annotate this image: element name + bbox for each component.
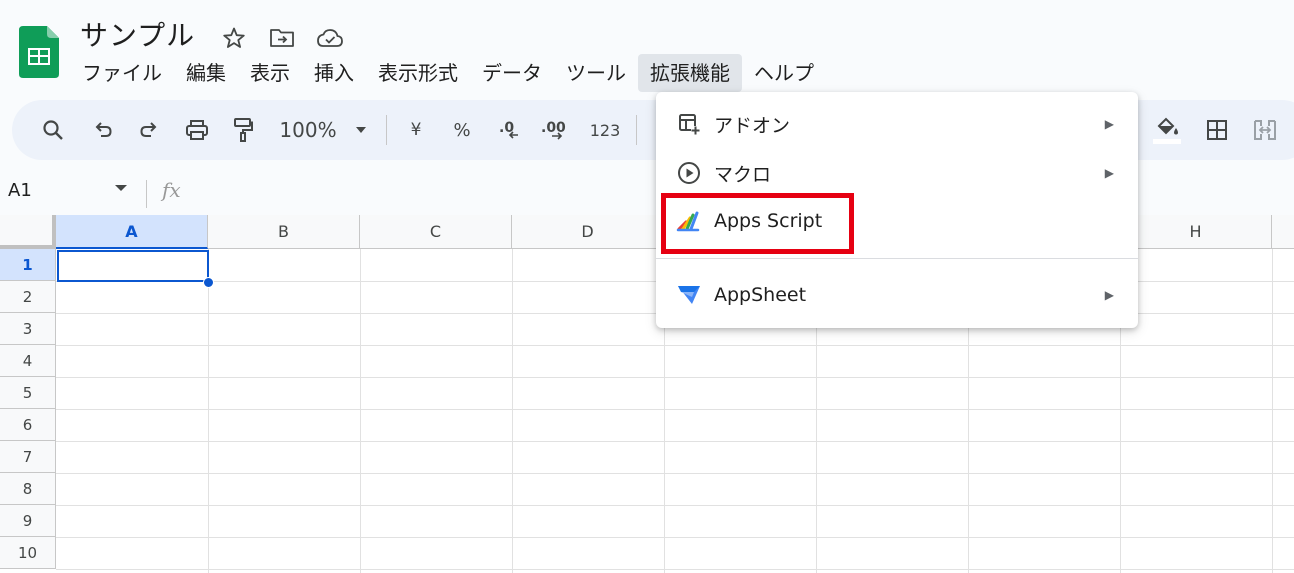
- grid-line: [56, 409, 1294, 410]
- grid-line: [56, 441, 1294, 442]
- toolbar-divider: [636, 115, 637, 145]
- row-header-9[interactable]: 9: [0, 505, 56, 537]
- decrease-decimal-icon[interactable]: .0: [496, 100, 526, 160]
- menu-bar: ファイル 編集 表示 挿入 表示形式 データ ツール 拡張機能 ヘルプ: [70, 54, 826, 92]
- submenu-arrow-icon: ▶: [1104, 117, 1114, 131]
- column-header-h[interactable]: H: [1120, 215, 1272, 249]
- column-header-partial[interactable]: [1272, 215, 1294, 249]
- row-header-8[interactable]: 8: [0, 473, 56, 505]
- row-header-10[interactable]: 10: [0, 537, 56, 569]
- grid-line: [208, 249, 209, 573]
- row-header-2[interactable]: 2: [0, 281, 56, 313]
- grid-line: [56, 345, 1294, 346]
- grid-line: [56, 505, 1294, 506]
- grid-line: [56, 537, 1294, 538]
- menu-help[interactable]: ヘルプ: [742, 54, 826, 92]
- menu-tools[interactable]: ツール: [554, 54, 638, 92]
- increase-decimal-icon[interactable]: .00: [538, 100, 572, 160]
- select-all-corner[interactable]: [0, 215, 56, 249]
- menu-item-label: マクロ: [714, 163, 772, 186]
- row-header-3[interactable]: 3: [0, 313, 56, 345]
- cloud-saved-icon[interactable]: [316, 24, 344, 52]
- column-header-c[interactable]: C: [360, 215, 512, 249]
- fill-color-icon[interactable]: [1150, 100, 1184, 160]
- column-header-d[interactable]: D: [512, 215, 664, 249]
- redo-icon[interactable]: [134, 100, 164, 160]
- star-icon[interactable]: [220, 24, 248, 52]
- menu-item-appsheet[interactable]: AppSheet ▶: [656, 273, 1138, 317]
- toolbar-divider: [386, 115, 387, 145]
- more-formats-button[interactable]: 123: [588, 100, 622, 160]
- name-box[interactable]: A1: [8, 180, 32, 201]
- formula-bar-divider: [146, 180, 147, 208]
- menu-data[interactable]: データ: [470, 54, 554, 92]
- google-sheets-logo-icon[interactable]: [19, 26, 59, 78]
- grid-line: [56, 377, 1294, 378]
- document-title[interactable]: サンプル: [80, 14, 195, 54]
- search-menus-icon[interactable]: [38, 100, 68, 160]
- menu-view[interactable]: 表示: [238, 54, 302, 92]
- row-header-5[interactable]: 5: [0, 377, 56, 409]
- move-folder-icon[interactable]: [268, 24, 296, 52]
- grid-line: [360, 249, 361, 573]
- menu-item-label: AppSheet: [714, 284, 807, 306]
- paint-format-icon[interactable]: [228, 100, 258, 160]
- apps-script-highlight-box: [661, 193, 854, 254]
- menu-insert[interactable]: 挿入: [302, 54, 366, 92]
- grid-line: [56, 569, 1294, 570]
- addon-icon: [676, 111, 702, 137]
- menu-divider: [656, 258, 1138, 259]
- row-header-6[interactable]: 6: [0, 409, 56, 441]
- menu-item-label: アドオン: [714, 114, 791, 137]
- macro-play-icon: [676, 160, 702, 186]
- google-sheets-window: サンプル ファイル 編集 表示 挿入 表示形式 データ ツール 拡張機能 ヘルプ: [0, 0, 1294, 573]
- fill-handle[interactable]: [203, 277, 214, 288]
- print-icon[interactable]: [182, 100, 212, 160]
- row-header-1[interactable]: 1: [0, 249, 56, 281]
- menu-item-addons[interactable]: アドオン ▶: [656, 102, 1138, 146]
- menu-format[interactable]: 表示形式: [366, 54, 470, 92]
- appsheet-icon: [676, 282, 702, 308]
- undo-icon[interactable]: [88, 100, 118, 160]
- fx-icon: fx: [162, 178, 181, 202]
- currency-format-button[interactable]: ¥: [404, 100, 428, 160]
- submenu-arrow-icon: ▶: [1104, 166, 1114, 180]
- column-header-a[interactable]: A: [56, 215, 208, 249]
- menu-file[interactable]: ファイル: [70, 54, 174, 92]
- zoom-dropdown-arrow-icon[interactable]: [350, 100, 372, 160]
- grid-line: [56, 473, 1294, 474]
- menu-extensions[interactable]: 拡張機能: [638, 54, 742, 92]
- menu-edit[interactable]: 編集: [174, 54, 238, 92]
- submenu-arrow-icon: ▶: [1104, 288, 1114, 302]
- grid-line: [512, 249, 513, 573]
- zoom-select[interactable]: 100%: [274, 100, 342, 160]
- svg-text:.00: .00: [541, 120, 566, 136]
- row-header-4[interactable]: 4: [0, 345, 56, 377]
- menu-item-macros[interactable]: マクロ ▶: [656, 151, 1138, 195]
- name-box-dropdown-icon[interactable]: [114, 183, 128, 193]
- column-header-b[interactable]: B: [208, 215, 360, 249]
- merge-cells-icon[interactable]: [1250, 100, 1280, 160]
- borders-icon[interactable]: [1202, 100, 1232, 160]
- active-cell-a1[interactable]: [57, 250, 209, 282]
- row-header-7[interactable]: 7: [0, 441, 56, 473]
- grid-line: [1272, 249, 1273, 573]
- percent-format-button[interactable]: %: [450, 100, 474, 160]
